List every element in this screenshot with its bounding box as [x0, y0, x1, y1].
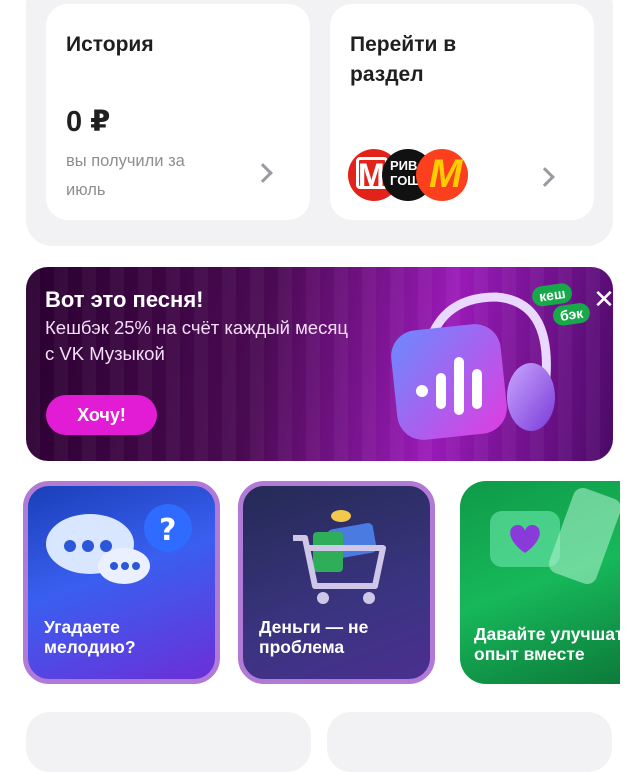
cashback-badge: кеш бэк — [530, 279, 601, 337]
shopping-cart-icon — [293, 510, 386, 604]
svg-text:?: ? — [159, 513, 176, 548]
chevron-right-icon — [535, 167, 555, 187]
banner-title: Вот это песня! — [45, 287, 204, 312]
bottom-card-left[interactable] — [26, 712, 311, 772]
story-label: Деньги — не проблема — [259, 617, 369, 657]
bottom-card-right[interactable] — [327, 712, 612, 772]
story-label: Угадаете мелодию? — [44, 617, 136, 657]
want-button[interactable]: Хочу! — [46, 395, 157, 435]
history-subtitle: вы получили за июль — [66, 152, 185, 199]
story-label: Давайте улучшать опыт вместе — [474, 624, 620, 664]
history-title: История — [66, 33, 154, 56]
yandex-market-logo-icon: М — [416, 149, 468, 201]
chat-bubbles-icon: ? — [46, 504, 192, 584]
heart-message-icon — [490, 487, 620, 585]
section-title: Перейти в раздел — [350, 33, 457, 86]
story-guess-melody[interactable]: ? Угадаете мелодию? — [23, 481, 220, 684]
go-to-section-card[interactable]: Перейти в раздел М РИВ ГОШ М — [330, 4, 594, 220]
chevron-right-icon — [253, 163, 273, 183]
partner-logos: М РИВ ГОШ М — [348, 147, 478, 203]
banner-text: Кешбэк 25% на счёт каждый месяц с VK Муз… — [45, 317, 348, 364]
story-money-no-problem[interactable]: Деньги — не проблема — [238, 481, 435, 684]
history-amount: 0 ₽ — [66, 106, 111, 138]
close-icon[interactable]: ✕ — [592, 286, 613, 312]
story-improve-together[interactable]: Давайте улучшать опыт вместе — [460, 481, 620, 684]
history-card[interactable]: История 0 ₽ вы получили за июль — [46, 4, 310, 220]
promo-banner[interactable]: Вот это песня! Кешбэк 25% на счёт каждый… — [26, 267, 613, 461]
